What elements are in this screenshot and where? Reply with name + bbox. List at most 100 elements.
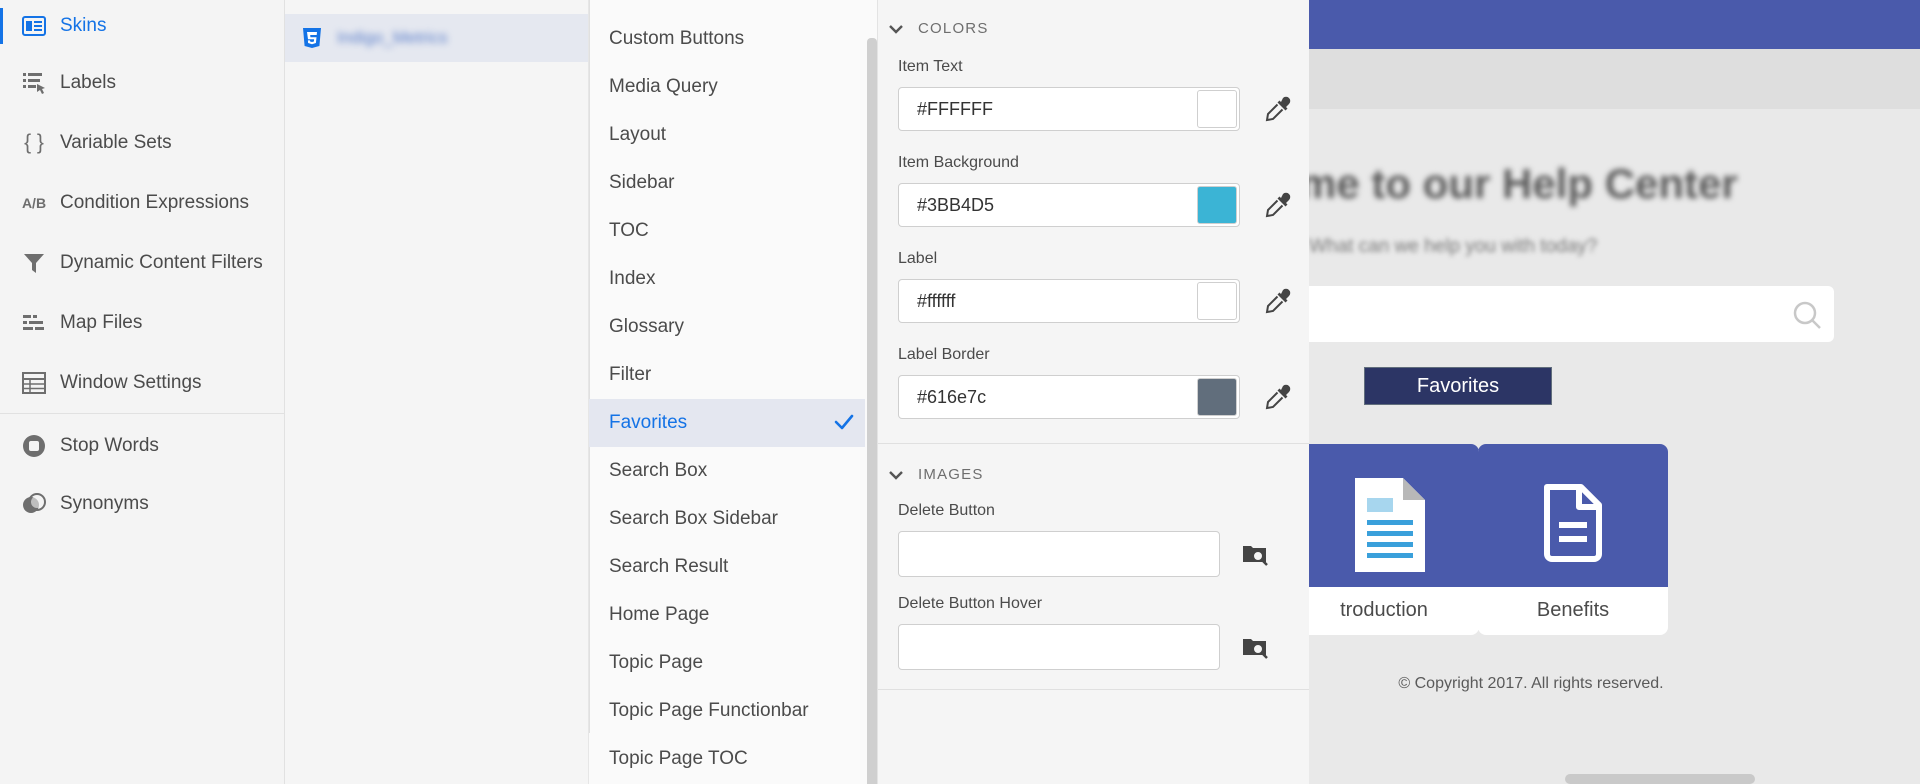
component-label: Search Result <box>609 556 729 577</box>
component-topic-page-toc[interactable]: Topic Page TOC <box>589 735 865 783</box>
component-label: Sidebar <box>609 172 675 193</box>
component-media-query[interactable]: Media Query <box>589 63 865 111</box>
component-label: Filter <box>609 364 652 385</box>
item-text-color-field[interactable]: #FFFFFF <box>898 87 1240 131</box>
browse-image-icon[interactable] <box>1240 631 1270 661</box>
ab-icon: A/B <box>21 195 47 211</box>
preview-favorites-label: Favorites <box>1364 367 1552 405</box>
nav-label: Skins <box>60 15 107 36</box>
images-section-title: IMAGES <box>918 466 984 483</box>
label-border-label: Label Border <box>898 346 990 363</box>
item-background-label: Item Background <box>898 154 1019 171</box>
stop-icon <box>21 433 47 459</box>
eyedropper-icon[interactable] <box>1264 95 1292 123</box>
skin-preview: me to our Help Center What can we help y… <box>1309 0 1920 784</box>
document-icon <box>1355 478 1425 572</box>
preview-subtitle: What can we help you with today? <box>1309 236 1598 257</box>
nav-item-skins[interactable]: Skins <box>0 6 284 46</box>
delete-button-image-field[interactable] <box>898 531 1220 577</box>
component-list-scrollbar[interactable] <box>867 38 877 784</box>
component-search-result[interactable]: Search Result <box>589 543 865 591</box>
filter-icon <box>21 250 47 276</box>
component-label: Glossary <box>609 316 684 337</box>
nav-item-variable-sets[interactable]: { } Variable Sets <box>0 123 284 163</box>
color-value: #ffffff <box>917 291 956 311</box>
color-swatch[interactable] <box>1197 282 1237 320</box>
color-swatch[interactable] <box>1197 186 1237 224</box>
nav-label: Stop Words <box>60 435 159 456</box>
nav-label: Window Settings <box>60 372 202 393</box>
component-topic-page[interactable]: Topic Page <box>589 639 865 687</box>
preview-search-box <box>1309 286 1834 342</box>
skin-file-name: Indigo_Metrics <box>337 28 448 47</box>
component-topic-page-functionbar[interactable]: Topic Page Functionbar <box>589 687 865 735</box>
component-glossary[interactable]: Glossary <box>589 303 865 351</box>
delete-button-label: Delete Button <box>898 502 995 519</box>
nav-label: Synonyms <box>60 493 149 514</box>
component-label: Topic Page TOC <box>609 748 748 769</box>
chevron-down-icon <box>889 470 903 480</box>
delete-button-hover-image-field[interactable] <box>898 624 1220 670</box>
component-filter[interactable]: Filter <box>589 351 865 399</box>
color-swatch[interactable] <box>1197 378 1237 416</box>
component-label: TOC <box>609 220 649 241</box>
braces-icon: { } <box>24 131 44 154</box>
preview-toolbar <box>1309 49 1920 109</box>
colors-section-header[interactable]: COLORS <box>888 20 989 37</box>
nav-item-condition-expressions[interactable]: A/B Condition Expressions <box>0 183 284 223</box>
component-label: Search Box <box>609 460 708 481</box>
color-swatch[interactable] <box>1197 90 1237 128</box>
tile-label: Benefits <box>1536 599 1610 621</box>
html5-icon <box>303 28 321 48</box>
component-label: Favorites <box>609 412 688 433</box>
preview-title: me to our Help Center <box>1309 160 1738 207</box>
search-icon <box>1793 301 1821 329</box>
component-favorites[interactable]: Favorites <box>589 399 865 447</box>
nav-item-dynamic-content-filters[interactable]: Dynamic Content Filters <box>0 243 284 283</box>
nav-item-map-files[interactable]: Map Files <box>0 303 284 343</box>
preview-header-bar <box>1309 0 1920 49</box>
color-value: #616e7c <box>917 387 987 407</box>
component-layout[interactable]: Layout <box>589 111 865 159</box>
browse-image-icon[interactable] <box>1240 538 1270 568</box>
component-search-box[interactable]: Search Box <box>589 447 865 495</box>
preview-tile-introduction: troduction <box>1309 444 1479 635</box>
skin-file-item[interactable]: Indigo_Metrics <box>285 14 588 62</box>
nav-item-stop-words[interactable]: Stop Words <box>0 426 284 466</box>
color-value: #FFFFFF <box>917 99 993 119</box>
checkmark-icon <box>834 414 854 430</box>
nav-item-window-settings[interactable]: Window Settings <box>0 363 284 403</box>
preview-copyright: © Copyright 2017. All rights reserved. <box>1398 675 1664 692</box>
nav-label: Map Files <box>60 312 143 333</box>
component-label: Home Page <box>609 604 710 625</box>
label-color-field[interactable]: #ffffff <box>898 279 1240 323</box>
item-background-color-field[interactable]: #3BB4D5 <box>898 183 1240 227</box>
nav-item-labels[interactable]: Labels <box>0 63 284 103</box>
label-border-color-field[interactable]: #616e7c <box>898 375 1240 419</box>
labels-icon <box>21 70 47 96</box>
component-home-page[interactable]: Home Page <box>589 591 865 639</box>
component-toc[interactable]: TOC <box>589 207 865 255</box>
nav-item-synonyms[interactable]: Synonyms <box>0 484 284 524</box>
component-search-box-sidebar[interactable]: Search Box Sidebar <box>589 495 865 543</box>
chevron-down-icon <box>889 24 903 34</box>
component-index[interactable]: Index <box>589 255 865 303</box>
images-section-header[interactable]: IMAGES <box>888 466 984 483</box>
component-custom-buttons[interactable]: Custom Buttons <box>589 15 865 63</box>
component-label: Media Query <box>609 76 718 97</box>
eyedropper-icon[interactable] <box>1264 191 1292 219</box>
preview-horizontal-scrollbar[interactable] <box>1565 774 1755 784</box>
eyedropper-icon[interactable] <box>1264 383 1292 411</box>
label-color-label: Label <box>898 250 938 267</box>
component-sidebar[interactable]: Sidebar <box>589 159 865 207</box>
item-text-label: Item Text <box>898 58 963 75</box>
eyedropper-icon[interactable] <box>1264 287 1292 315</box>
tile-label: troduction <box>1340 599 1428 621</box>
file-icon <box>1544 484 1602 562</box>
properties-panel: COLORS Item Text #FFFFFF Item Background… <box>877 0 1310 784</box>
skins-icon <box>21 13 47 39</box>
component-label: Index <box>609 268 656 289</box>
color-value: #3BB4D5 <box>917 195 995 215</box>
nav-label: Dynamic Content Filters <box>60 252 263 273</box>
component-label: Topic Page <box>609 652 704 673</box>
